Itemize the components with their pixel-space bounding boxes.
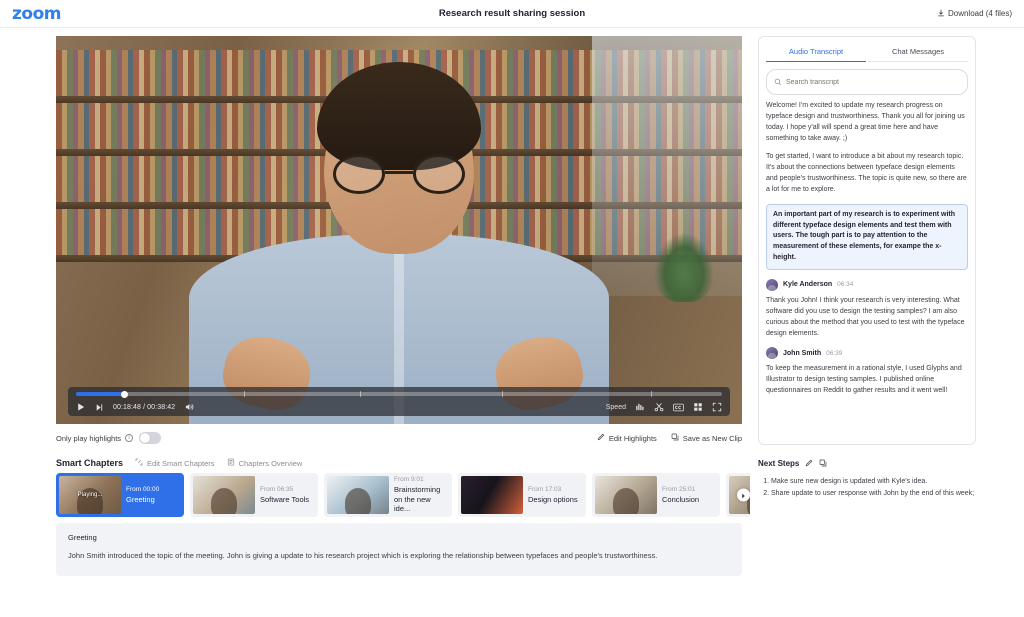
next-steps-list: Make sure new design is updated with Kyl… — [771, 477, 976, 499]
grid-layout-icon[interactable] — [693, 402, 703, 412]
info-icon[interactable]: i — [125, 434, 134, 442]
tab-audio-transcript[interactable]: Audio Transcript — [766, 43, 866, 62]
video-player[interactable]: 00:18:48 / 00:38:42 Speed — [56, 36, 742, 424]
edit-smart-chapters-label: Edit Smart Chapters — [147, 458, 215, 468]
avatar — [766, 347, 778, 360]
speed-button[interactable]: Speed — [606, 404, 626, 411]
speaker-timestamp[interactable]: 06:34 — [837, 281, 853, 288]
chapter-from: From 00:00 — [126, 485, 160, 493]
skip-next-icon[interactable] — [95, 403, 104, 412]
next-steps-title: Next Steps — [758, 458, 800, 468]
smart-chapters-header: Smart Chapters Edit Smart Chapters Chapt… — [56, 458, 750, 468]
progress-bar[interactable] — [76, 390, 722, 398]
chevron-right-icon — [740, 486, 747, 504]
chapter-strip-next-button[interactable] — [737, 486, 750, 504]
pencil-icon — [597, 433, 605, 443]
chapter-name: Design options — [528, 494, 578, 504]
chapter-from: From 06:35 — [260, 485, 294, 493]
edit-chapters-icon — [135, 458, 143, 468]
pencil-icon — [805, 454, 813, 472]
play-icon[interactable] — [76, 402, 86, 412]
chapter-thumbnail — [461, 476, 523, 514]
progress-handle[interactable] — [121, 390, 129, 398]
only-play-highlights-label: Only play highlights — [56, 433, 122, 443]
smart-chapters-title: Smart Chapters — [56, 458, 124, 468]
transcript-panel: Audio Transcript Chat Messages Welcome! … — [758, 36, 976, 445]
only-play-highlights-toggle[interactable] — [139, 432, 162, 444]
closed-caption-icon[interactable] — [673, 403, 684, 412]
volume-icon[interactable] — [184, 402, 194, 412]
search-icon — [774, 73, 782, 91]
app-header: zoom Research result sharing session Dow… — [0, 0, 1024, 28]
chapter-summary: Greeting John Smith introduced the topic… — [56, 523, 742, 576]
player-controls: 00:18:48 / 00:38:42 Speed — [68, 387, 730, 416]
chapter-thumbnail — [327, 476, 389, 514]
speaker-timestamp[interactable]: 06:39 — [826, 350, 842, 357]
chapter-name: Conclusion — [662, 494, 700, 504]
next-steps-section: Next Steps Make — [758, 454, 976, 499]
fullscreen-icon[interactable] — [712, 402, 722, 412]
edit-highlights-button[interactable]: Edit Highlights — [597, 433, 657, 443]
chapter-card[interactable]: From 9:01 Brainstorming on the new ide..… — [324, 473, 452, 517]
chapter-card[interactable]: From 06:35 Software Tools — [190, 473, 318, 517]
save-as-new-clip-label: Save as New Clip — [682, 433, 742, 443]
save-as-new-clip-button[interactable]: Save as New Clip — [671, 433, 742, 443]
video-frame-image — [56, 36, 742, 424]
transcript-paragraph: To get started, I want to introduce a bi… — [766, 153, 967, 193]
chapters-overview-button[interactable]: Chapters Overview — [227, 458, 303, 468]
left-column: 00:18:48 / 00:38:42 Speed Only play high… — [56, 36, 750, 617]
chapter-summary-title: Greeting — [68, 533, 97, 542]
progress-fill — [76, 392, 125, 396]
chapter-summary-text: John Smith introduced the topic of the m… — [68, 551, 658, 560]
edit-smart-chapters-button[interactable]: Edit Smart Chapters — [135, 458, 215, 468]
chapter-from: From 17:03 — [528, 485, 562, 493]
right-column: Audio Transcript Chat Messages Welcome! … — [758, 36, 976, 617]
speaker-name: John Smith — [783, 349, 822, 357]
audio-levels-icon[interactable] — [635, 402, 645, 412]
chapter-name: Software Tools — [260, 494, 310, 504]
transcript-search — [759, 62, 975, 99]
transcript-speaker: John Smith 06:39 — [766, 347, 968, 360]
chapter-thumbnail — [193, 476, 255, 514]
tab-chat-messages[interactable]: Chat Messages — [868, 43, 968, 62]
edit-highlights-label: Edit Highlights — [608, 433, 657, 443]
transcript-highlight[interactable]: An important part of my research is to e… — [766, 203, 968, 270]
chapter-thumbnail — [595, 476, 657, 514]
avatar — [766, 278, 778, 291]
transcript-paragraph: Thank you John! I think your research is… — [766, 296, 965, 337]
chapter-card[interactable]: From 17:03 Design options — [458, 473, 586, 517]
chapter-name: Brainstorming on the new ide... — [394, 484, 441, 514]
transcript-paragraph: To keep the measurement in a rational st… — [766, 365, 962, 395]
copy-icon — [819, 454, 827, 472]
chapter-strip[interactable]: Playing... From 00:00 Greeting From 06:3… — [56, 473, 750, 517]
chapter-card[interactable]: From 25:01 Conclusion — [592, 473, 720, 517]
chapter-from: From 9:01 — [394, 476, 424, 483]
highlights-row: Only play highlights i Edit Highlights S… — [56, 432, 742, 444]
scissors-icon[interactable] — [654, 402, 664, 412]
save-clip-icon — [671, 433, 679, 443]
search-input[interactable] — [786, 78, 960, 86]
chapter-thumbnail: Playing... — [59, 476, 121, 514]
time-display: 00:18:48 / 00:38:42 — [113, 403, 176, 411]
next-steps-item: Share update to user response with John … — [771, 489, 976, 500]
speaker-name: Kyle Anderson — [783, 281, 833, 289]
chapter-playing-label: Playing... — [77, 492, 103, 498]
list-overview-icon — [227, 458, 235, 468]
page-title: Research result sharing session — [438, 8, 586, 19]
page-body: 00:18:48 / 00:38:42 Speed Only play high… — [0, 28, 1024, 617]
chapter-name: Greeting — [126, 494, 155, 504]
chapter-from: From 25:01 — [662, 485, 696, 493]
transcript-tabs: Audio Transcript Chat Messages — [759, 37, 975, 62]
next-steps-edit-button[interactable] — [805, 454, 813, 472]
next-steps-copy-button[interactable] — [819, 454, 827, 472]
transcript-speaker: Kyle Anderson 06:34 — [766, 278, 968, 291]
next-steps-item: Make sure new design is updated with Kyl… — [771, 477, 976, 488]
chapter-card[interactable]: Playing... From 00:00 Greeting — [56, 473, 184, 517]
chapters-overview-label: Chapters Overview — [238, 458, 303, 468]
transcript-content[interactable]: Welcome! I'm excited to update my resear… — [759, 99, 975, 444]
transcript-paragraph: Welcome! I'm excited to update my resear… — [766, 102, 965, 142]
